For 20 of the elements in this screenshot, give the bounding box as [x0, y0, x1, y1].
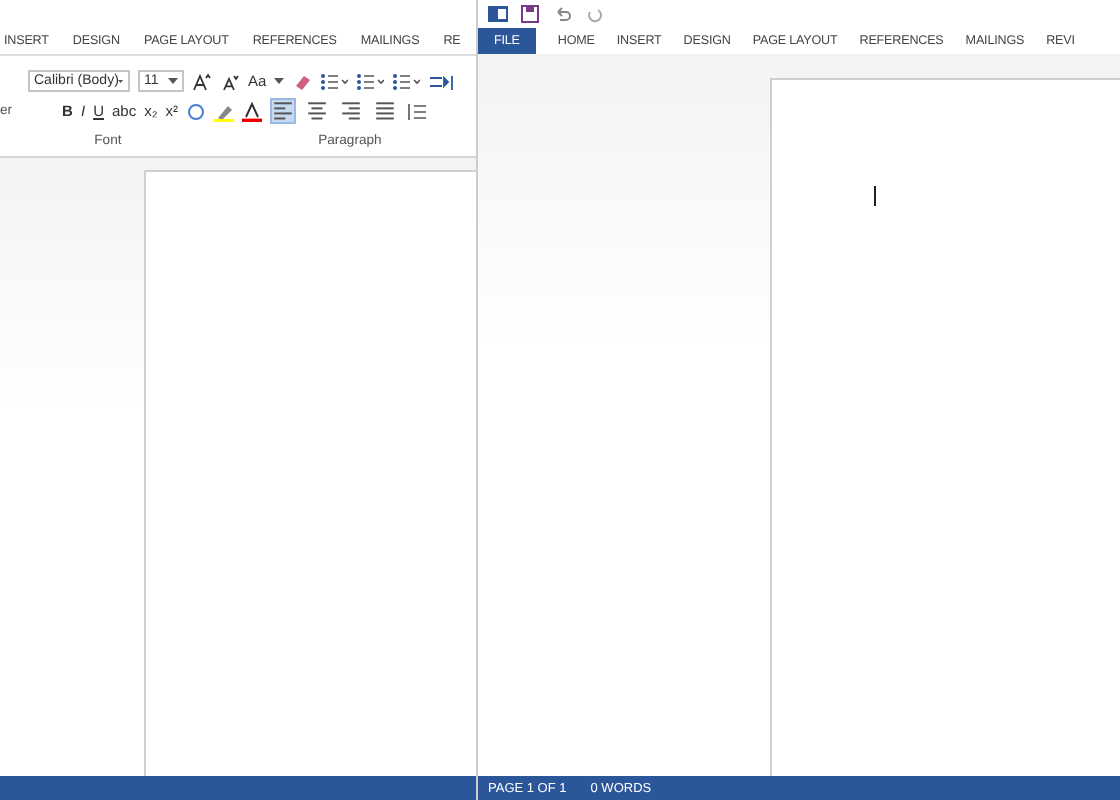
caret-icon[interactable] — [274, 77, 285, 85]
word-logo-icon[interactable] — [488, 3, 508, 23]
font-color-icon[interactable] — [242, 101, 262, 121]
text-effects-icon[interactable] — [186, 101, 206, 121]
multilevel-list-icon[interactable] — [392, 71, 421, 91]
align-button[interactable] — [304, 98, 330, 124]
caret-icon[interactable] — [168, 77, 178, 85]
numbering-icon[interactable] — [356, 71, 385, 91]
shrink-font-icon[interactable] — [220, 71, 240, 91]
undo-icon[interactable] — [552, 3, 572, 23]
align-button[interactable] — [338, 98, 364, 124]
eraser-icon[interactable] — [292, 71, 313, 91]
bullets-icon[interactable] — [320, 71, 349, 91]
text-cursor-icon — [874, 186, 878, 206]
grow-font-icon[interactable] — [192, 71, 212, 91]
highlight-icon[interactable] — [214, 101, 234, 121]
align-button[interactable] — [372, 98, 398, 124]
line-spacing-icon[interactable] — [406, 101, 426, 121]
save-icon[interactable] — [520, 3, 540, 23]
align-button[interactable] — [270, 98, 296, 124]
